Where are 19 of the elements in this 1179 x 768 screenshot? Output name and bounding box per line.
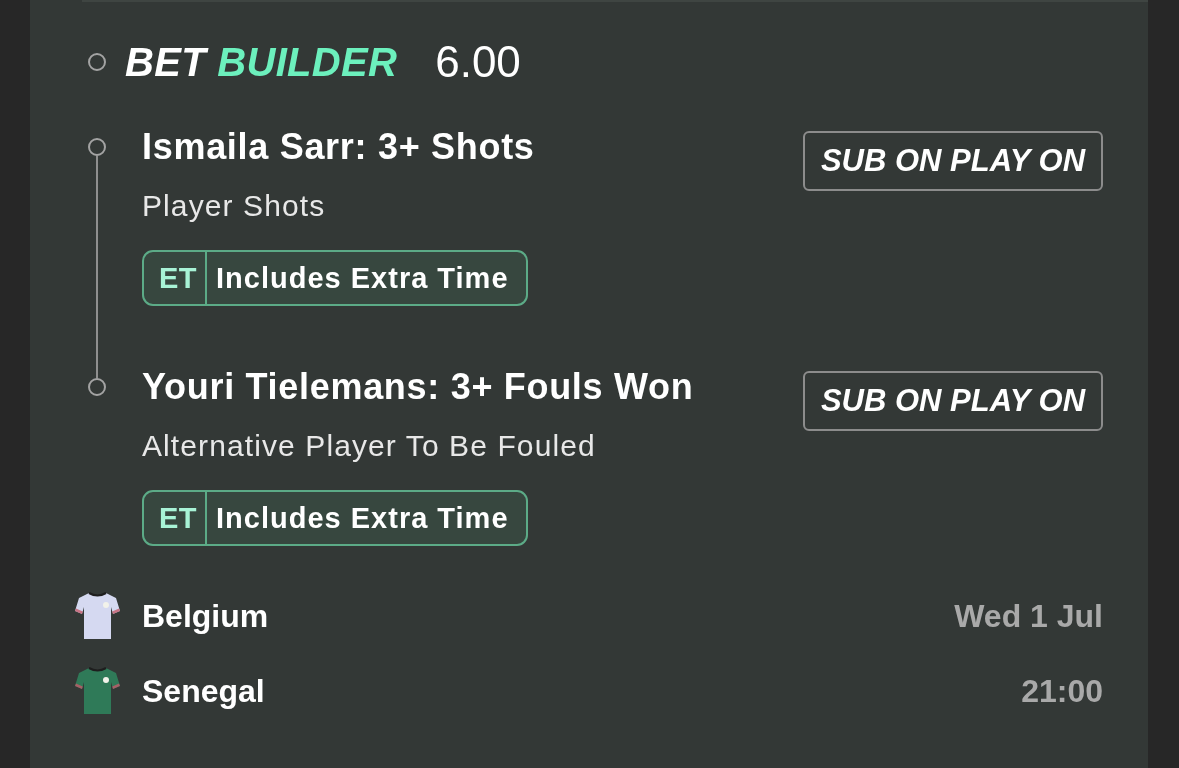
team-name: Senegal	[142, 672, 265, 710]
bet-builder-title: BET BUILDER	[125, 40, 398, 84]
timeline-node-icon	[88, 378, 106, 396]
selection-title: Ismaila Sarr: 3+ Shots	[142, 125, 535, 169]
selection-title: Youri Tielemans: 3+ Fouls Won	[142, 365, 694, 409]
badge-label: Includes Extra Time	[215, 260, 510, 296]
timeline-node-icon	[88, 138, 106, 156]
odds: 6.00	[435, 40, 521, 84]
badge-code: ET	[144, 492, 208, 544]
market-name: Alternative Player To Be Fouled	[142, 428, 596, 464]
timeline-node-icon	[88, 53, 106, 71]
badge-label: Includes Extra Time	[215, 500, 510, 536]
sub-on-play-on-button[interactable]: SUB ON PLAY ON	[803, 371, 1103, 431]
team-name: Belgium	[142, 597, 269, 635]
kickoff-text: 21:00	[1021, 672, 1103, 710]
badge-code: ET	[144, 252, 208, 304]
kickoff-text: Wed 1 Jul	[954, 597, 1103, 635]
market-name: Player Shots	[142, 188, 326, 224]
sub-on-play-on-button[interactable]: SUB ON PLAY ON	[803, 131, 1103, 191]
